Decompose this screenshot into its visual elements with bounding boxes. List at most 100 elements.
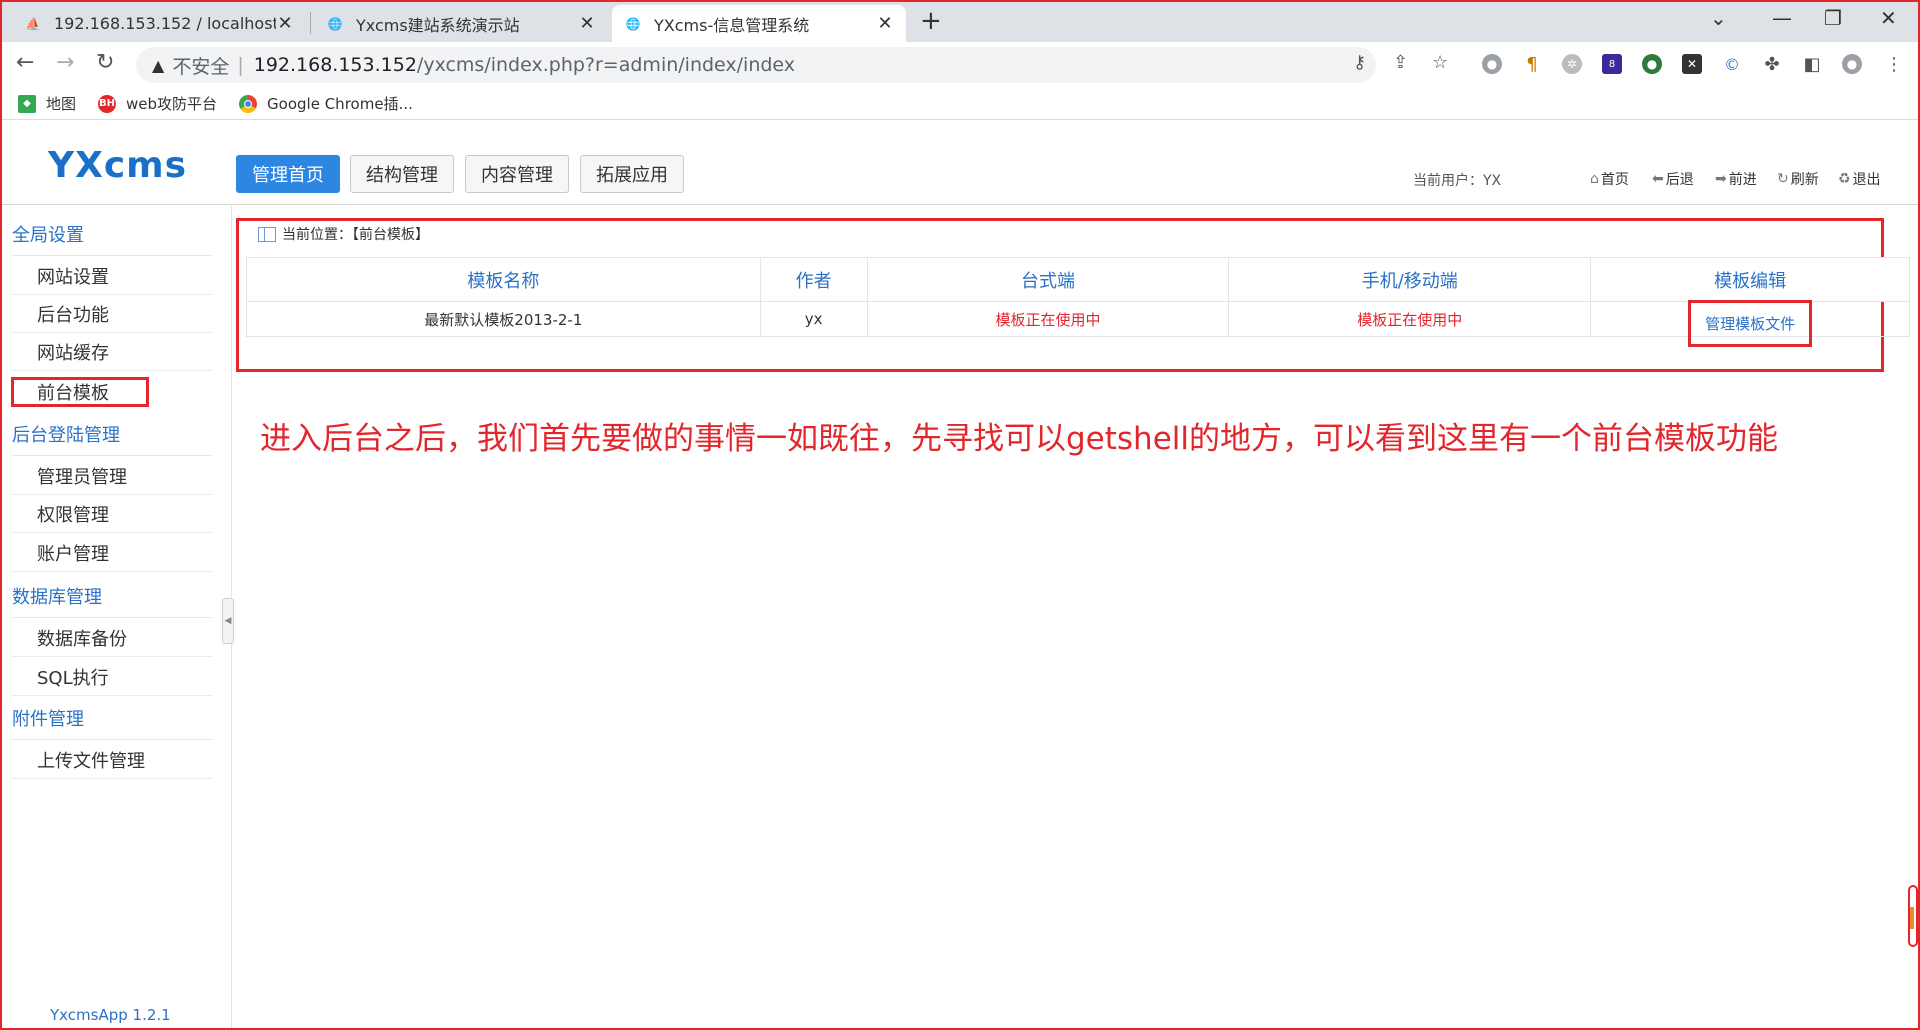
share-icon[interactable]: ⇪ <box>1393 52 1408 73</box>
arrow-left-icon: ⬅ <box>1652 171 1664 187</box>
link-forward[interactable]: ➡ 前进 <box>1715 169 1757 189</box>
forward-icon[interactable]: → <box>56 50 74 75</box>
template-table: 模板名称 作者 台式端 手机/移动端 模板编辑 最新默认模板2013-2-1 y… <box>246 257 1910 347</box>
sidebar-section-global[interactable]: 全局设置 <box>12 221 84 247</box>
col-template-name: 模板名称 <box>246 257 761 302</box>
nav-structure[interactable]: 结构管理 <box>350 155 454 193</box>
link-home[interactable]: ⌂ 首页 <box>1590 169 1629 189</box>
sidebar-item-sql-exec[interactable]: SQL执行 <box>37 664 109 690</box>
sidebar: 全局设置 网站设置 后台功能 网站缓存 前台模板 后台登陆管理 管理员管理 权限… <box>0 206 232 1030</box>
reload-icon[interactable]: ↻ <box>96 50 114 75</box>
sidebar-section-attachments[interactable]: 附件管理 <box>12 705 84 731</box>
scrollbar-marker <box>1910 907 1914 929</box>
bookmark-label: web攻防平台 <box>126 95 218 113</box>
divider <box>12 255 212 256</box>
url-field[interactable]: ▲ 不安全 | 192.168.153.152/yxcms/index.php?… <box>136 47 1376 83</box>
nav-extensions[interactable]: 拓展应用 <box>580 155 684 193</box>
sidebar-item-permissions[interactable]: 权限管理 <box>37 501 109 527</box>
sidebar-item-admin-manage[interactable]: 管理员管理 <box>37 463 127 489</box>
tab-yxcms-admin[interactable]: 🌐 YXcms-信息管理系统 ✕ <box>612 5 906 42</box>
insecure-label: 不安全 <box>172 55 230 78</box>
tab-yxcms-demo[interactable]: 🌐 Yxcms建站系统演示站 ✕ <box>314 5 608 42</box>
divider <box>12 532 212 533</box>
sidebar-item-accounts[interactable]: 账户管理 <box>37 540 109 566</box>
back-icon[interactable]: ← <box>16 50 34 75</box>
bookmark-web-platform[interactable]: BH web攻防平台 <box>98 93 217 114</box>
link-back[interactable]: ⬅ 后退 <box>1652 169 1694 189</box>
tab-phpmyadmin[interactable]: ⛵ 192.168.153.152 / localhost | p ✕ <box>12 5 306 42</box>
divider <box>12 656 212 657</box>
star-icon[interactable]: ☆ <box>1432 52 1448 73</box>
link-label: 退出 <box>1852 172 1881 188</box>
extension-x-icon[interactable]: ✕ <box>1682 54 1702 74</box>
menu-kebab-icon[interactable]: ⋮ <box>1884 54 1904 75</box>
divider <box>12 695 212 696</box>
extension-cube-icon[interactable]: 8 <box>1602 54 1622 74</box>
app-version: YxcmsApp 1.2.1 <box>50 1006 171 1024</box>
main-content: 当前位置：【前台模板】 模板名称 作者 台式端 手机/移动端 模板编辑 最新默认… <box>233 206 1920 1030</box>
close-icon[interactable]: ✕ <box>578 13 596 34</box>
sidebar-item-backend-features[interactable]: 后台功能 <box>37 301 109 327</box>
refresh-icon: ↻ <box>1777 171 1789 187</box>
link-label: 后退 <box>1665 172 1694 188</box>
profile-avatar-icon[interactable]: ● <box>1842 54 1862 74</box>
divider <box>12 778 212 779</box>
globe-icon: 🌐 <box>625 16 641 31</box>
annotation-highlight-manage: 管理模板文件 <box>1688 299 1813 347</box>
bookmark-maps[interactable]: ◆ 地图 <box>18 93 76 114</box>
maps-icon: ◆ <box>18 94 36 113</box>
tab-search-icon[interactable]: ⌄ <box>1710 6 1727 30</box>
divider <box>12 739 212 740</box>
link-logout[interactable]: ♻ 退出 <box>1838 169 1881 189</box>
cell-desktop-status: 模板正在使用中 <box>866 301 1230 337</box>
chrome-icon <box>239 94 258 113</box>
close-icon[interactable]: ✕ <box>276 13 294 34</box>
globe-icon: 🌐 <box>327 16 343 31</box>
table-row: 最新默认模板2013-2-1 yx 模板正在使用中 模板正在使用中 管理模板文件 <box>246 299 1910 347</box>
bookmark-label: 地图 <box>46 95 77 113</box>
sidebar-item-db-backup[interactable]: 数据库备份 <box>37 625 127 651</box>
extension-c-icon[interactable]: © <box>1722 54 1742 74</box>
breadcrumb-text: 当前位置：【前台模板】 <box>282 227 429 243</box>
warning-icon: ▲ <box>152 55 165 75</box>
manage-template-files-link[interactable]: 管理模板文件 <box>1590 299 1910 347</box>
nav-content[interactable]: 内容管理 <box>465 155 569 193</box>
minimize-icon[interactable]: — <box>1772 6 1792 30</box>
nav-admin-home[interactable]: 管理首页 <box>236 155 340 193</box>
close-icon[interactable]: ✕ <box>876 13 894 34</box>
annotation-note: 进入后台之后，我们首先要做的事情一如既往，先寻找可以getshell的地方，可以… <box>260 421 1778 457</box>
new-tab-icon[interactable]: + <box>920 6 942 36</box>
bookmark-label: Google Chrome插... <box>267 95 413 113</box>
sidebar-item-site-settings[interactable]: 网站设置 <box>37 263 109 289</box>
sidebar-item-site-cache[interactable]: 网站缓存 <box>37 339 109 365</box>
breadcrumb: 当前位置：【前台模板】 <box>258 224 429 244</box>
bookmark-chrome-plugins[interactable]: Google Chrome插... <box>239 93 413 114</box>
divider <box>12 294 212 295</box>
window-close-icon[interactable]: ✕ <box>1880 6 1897 30</box>
layout-icon <box>258 226 276 242</box>
col-author: 作者 <box>759 257 868 302</box>
sidebar-item-uploads[interactable]: 上传文件管理 <box>37 747 145 773</box>
puzzle-icon[interactable]: ✤ <box>1762 54 1782 75</box>
tab-title: YXcms-信息管理系统 <box>654 15 810 35</box>
cell-template-name: 最新默认模板2013-2-1 <box>246 301 761 337</box>
extension-shield-icon[interactable]: ● <box>1642 54 1662 74</box>
link-label: 前进 <box>1728 172 1757 188</box>
divider <box>12 617 212 618</box>
phpmyadmin-icon: ⛵ <box>25 16 41 31</box>
sidebar-section-login[interactable]: 后台登陆管理 <box>12 421 120 447</box>
extension-globe-icon[interactable]: ● <box>1482 54 1502 74</box>
link-refresh[interactable]: ↻ 刷新 <box>1777 169 1819 189</box>
restore-icon[interactable]: ❐ <box>1824 6 1842 30</box>
current-user: 当前用户：YX <box>1413 173 1502 189</box>
logout-icon: ♻ <box>1838 171 1851 187</box>
key-icon[interactable]: ⚷ <box>1353 52 1366 73</box>
extension-gear-icon[interactable]: ✲ <box>1562 54 1582 74</box>
home-icon: ⌂ <box>1590 171 1599 187</box>
sidepanel-icon[interactable]: ◧ <box>1802 54 1822 75</box>
sidebar-section-database[interactable]: 数据库管理 <box>12 583 102 609</box>
link-label: 首页 <box>1600 172 1629 188</box>
extension-pilcrow-icon[interactable]: ¶ <box>1522 54 1542 75</box>
sidebar-collapse-handle[interactable]: ◀ <box>222 598 234 644</box>
extension-badge: 8 <box>1608 58 1616 70</box>
